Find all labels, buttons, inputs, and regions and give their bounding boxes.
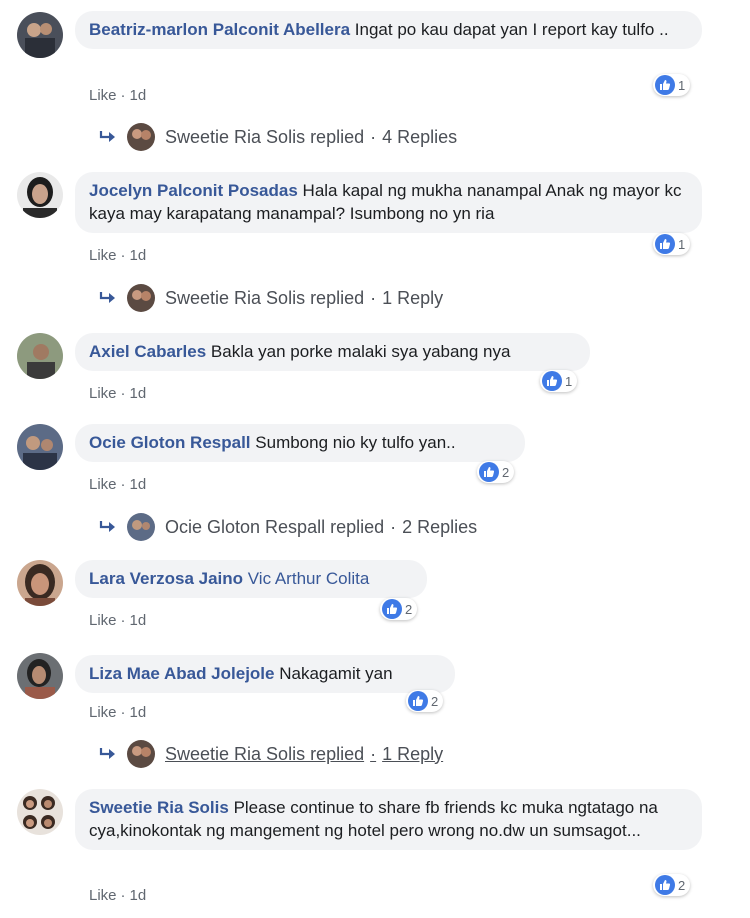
comment-meta: Like · 1d	[89, 612, 146, 629]
reply-arrow-icon	[99, 292, 115, 303]
replies-link[interactable]: Sweetie Ria Solis replied · 4 Replies	[99, 122, 457, 152]
thumbs-up-icon	[479, 462, 499, 482]
reaction-count: 1	[678, 77, 686, 93]
comment-time[interactable]: 1d	[130, 887, 147, 904]
commenter-avatar[interactable]	[17, 560, 63, 606]
comment-text: Ingat po kau dapat yan I report kay tulf…	[350, 20, 669, 39]
separator-dot: ·	[120, 87, 126, 104]
separator-dot: ·	[370, 126, 377, 147]
separator-dot: ·	[120, 887, 126, 904]
commenter-avatar[interactable]	[17, 789, 63, 835]
replier-avatar	[127, 513, 155, 541]
comment-text: Sumbong nio ky tulfo yan..	[250, 433, 456, 452]
comment-bubble: Ocie Gloton Respall Sumbong nio ky tulfo…	[75, 424, 525, 462]
replies-link[interactable]: Ocie Gloton Respall replied · 2 Replies	[99, 512, 477, 542]
separator-dot: ·	[120, 704, 126, 721]
comment-author[interactable]: Lara Verzosa Jaino	[89, 569, 243, 588]
thumbs-up-icon	[655, 875, 675, 895]
comment-time[interactable]: 1d	[130, 87, 147, 104]
comment-meta: Like · 1d	[89, 704, 146, 721]
mention-link[interactable]: Vic Arthur Colita	[243, 569, 370, 588]
replier-name: Sweetie Ria Solis replied	[165, 126, 365, 147]
replies-link[interactable]: Sweetie Ria Solis replied · 1 Reply	[99, 739, 443, 769]
reaction-badge[interactable]: 2	[406, 690, 444, 712]
comment-bubble: Beatriz-marlon Palconit Abellera Ingat p…	[75, 11, 702, 49]
like-link[interactable]: Like	[89, 704, 117, 721]
thumbs-up-icon	[542, 371, 562, 391]
reaction-count: 2	[431, 693, 439, 709]
reaction-badge[interactable]: 1	[540, 370, 578, 392]
separator-dot: ·	[120, 247, 126, 264]
reply-count: 1 Reply	[382, 287, 444, 308]
replier-name: Ocie Gloton Respall replied	[165, 516, 385, 537]
reaction-badge[interactable]: 2	[477, 461, 515, 483]
comment-time[interactable]: 1d	[130, 476, 147, 493]
replier-avatar	[127, 284, 155, 312]
reaction-badge[interactable]: 2	[380, 598, 418, 620]
replier-avatar	[127, 123, 155, 151]
comment-author[interactable]: Axiel Cabarles	[89, 342, 206, 361]
reaction-badge[interactable]: 1	[653, 233, 691, 255]
commenter-avatar[interactable]	[17, 333, 63, 379]
comment-bubble: Jocelyn Palconit Posadas Hala kapal ng m…	[75, 172, 702, 233]
comment-time[interactable]: 1d	[130, 385, 147, 402]
replier-avatar	[127, 740, 155, 768]
reply-arrow-icon	[99, 131, 115, 142]
replies-link[interactable]: Sweetie Ria Solis replied · 1 Reply	[99, 283, 443, 313]
comment-meta: Like · 1d	[89, 385, 146, 402]
like-link[interactable]: Like	[89, 87, 117, 104]
comment-author[interactable]: Jocelyn Palconit Posadas	[89, 181, 298, 200]
reply-count: 1 Reply	[382, 743, 444, 764]
comment-meta: Like · 1d	[89, 247, 146, 264]
comment-meta: Like · 1d	[89, 887, 146, 904]
commenter-avatar[interactable]	[17, 172, 63, 218]
reaction-count: 2	[502, 464, 510, 480]
reply-arrow-icon	[99, 748, 115, 759]
like-link[interactable]: Like	[89, 385, 117, 402]
comment-bubble: Liza Mae Abad Jolejole Nakagamit yan	[75, 655, 455, 693]
comment-author[interactable]: Beatriz-marlon Palconit Abellera	[89, 20, 350, 39]
reaction-count: 2	[405, 601, 413, 617]
comment-meta: Like · 1d	[89, 476, 146, 493]
separator-dot: ·	[390, 516, 397, 537]
commenter-avatar[interactable]	[17, 653, 63, 699]
reaction-badge[interactable]: 1	[653, 74, 691, 96]
commenter-avatar[interactable]	[17, 424, 63, 470]
reaction-badge[interactable]: 2	[653, 874, 691, 896]
comment-meta: Like · 1d	[89, 87, 146, 104]
comment-time[interactable]: 1d	[130, 612, 147, 629]
replier-name: Sweetie Ria Solis replied	[165, 743, 365, 764]
reaction-count: 1	[565, 373, 573, 389]
comment-author[interactable]: Liza Mae Abad Jolejole	[89, 664, 274, 683]
separator-dot: ·	[120, 612, 126, 629]
comment-bubble: Lara Verzosa Jaino Vic Arthur Colita	[75, 560, 427, 598]
like-link[interactable]: Like	[89, 247, 117, 264]
reply-count: 4 Replies	[382, 126, 458, 147]
reply-count: 2 Replies	[402, 516, 478, 537]
commenter-avatar[interactable]	[17, 12, 63, 58]
thumbs-up-icon	[408, 691, 428, 711]
comment-time[interactable]: 1d	[130, 704, 147, 721]
separator-dot: ·	[120, 385, 126, 402]
thumbs-up-icon	[655, 75, 675, 95]
comment-bubble: Axiel Cabarles Bakla yan porke malaki sy…	[75, 333, 590, 371]
thumbs-up-icon	[655, 234, 675, 254]
reply-arrow-icon	[99, 521, 115, 532]
comment-author[interactable]: Ocie Gloton Respall	[89, 433, 251, 452]
reaction-count: 1	[678, 236, 686, 252]
separator-dot: ·	[370, 743, 377, 764]
like-link[interactable]: Like	[89, 612, 117, 629]
comment-author[interactable]: Sweetie Ria Solis	[89, 798, 229, 817]
comment-time[interactable]: 1d	[130, 247, 147, 264]
separator-dot: ·	[370, 287, 377, 308]
like-link[interactable]: Like	[89, 476, 117, 493]
like-link[interactable]: Like	[89, 887, 117, 904]
replier-name: Sweetie Ria Solis replied	[165, 287, 365, 308]
separator-dot: ·	[120, 476, 126, 493]
comment-text: Nakagamit yan	[274, 664, 393, 683]
comment-bubble: Sweetie Ria Solis Please continue to sha…	[75, 789, 702, 850]
comment-text: Bakla yan porke malaki sya yabang nya	[206, 342, 511, 361]
thumbs-up-icon	[382, 599, 402, 619]
reaction-count: 2	[678, 877, 686, 893]
